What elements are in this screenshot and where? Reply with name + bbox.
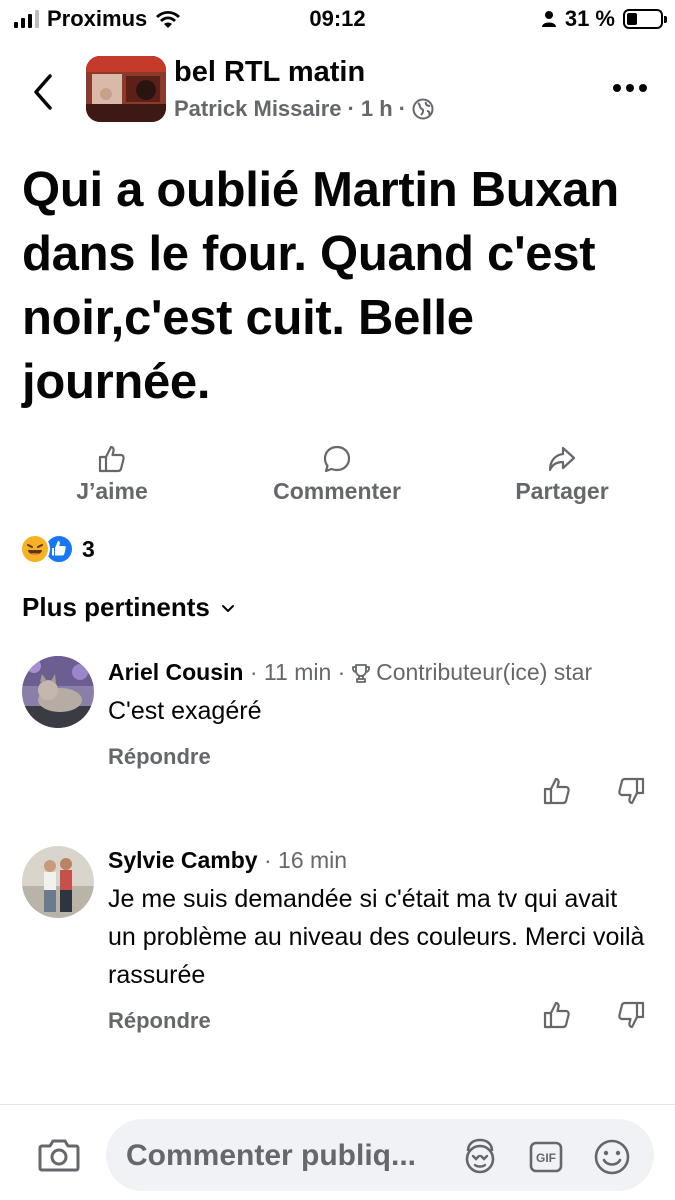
status-bar: Proximus 09:12 31 % [0, 0, 675, 40]
avatar-sticker-icon[interactable] [460, 1137, 500, 1177]
comment-button[interactable]: Commenter [254, 444, 420, 505]
comment-item: Sylvie Camby · 16 min Je me suis demandé… [0, 842, 675, 1042]
sort-label: Plus pertinents [22, 592, 210, 622]
share-label: Partager [515, 478, 609, 504]
gif-icon[interactable]: GIF [526, 1137, 566, 1177]
thumbs-up-icon[interactable] [542, 1000, 572, 1030]
meta-dot: · [398, 96, 406, 121]
meta-dot: · [249, 659, 264, 685]
commenter-avatar[interactable] [22, 846, 94, 918]
comment-header: Ariel Cousin · 11 min · Contributeur(ice… [108, 654, 648, 690]
battery-icon [623, 9, 667, 29]
commenter-name[interactable]: Sylvie Camby [108, 847, 258, 873]
camera-button[interactable] [38, 1137, 80, 1173]
post-time[interactable]: 1 h [361, 96, 393, 122]
comment-item: Ariel Cousin · 11 min · Contributeur(ice… [0, 654, 675, 814]
post-actions: J’aime Commenter Partager [0, 444, 675, 514]
thumbs-up-icon[interactable] [542, 776, 572, 806]
emoji-icon[interactable] [592, 1137, 632, 1177]
page-name[interactable]: bel RTL matin [174, 56, 365, 89]
haha-face [27, 544, 43, 555]
comment-time[interactable]: 16 min [278, 847, 347, 873]
comment-composer: Commenter publiq... GIF [0, 1104, 675, 1200]
comment-sort-dropdown[interactable]: Plus pertinents [22, 592, 236, 623]
like-button[interactable]: J’aime [62, 444, 162, 505]
comment-header: Sylvie Camby · 16 min [108, 842, 648, 878]
more-dot [626, 84, 634, 92]
meta-dot: · [347, 96, 355, 121]
person-icon [541, 11, 556, 27]
battery-percent: 31 % [564, 6, 615, 31]
share-button[interactable]: Partager [500, 444, 624, 505]
comment-input-box[interactable]: Commenter publiq... GIF [106, 1119, 654, 1191]
reactions-summary[interactable]: 3 [20, 532, 95, 566]
trophy-icon [351, 664, 370, 683]
comment-time[interactable]: 11 min [264, 659, 331, 685]
thumbs-up-icon [98, 445, 125, 473]
haha-reaction-icon [20, 534, 50, 564]
post-author[interactable]: Patrick Missaire [174, 96, 342, 122]
thumbs-down-icon[interactable] [616, 1000, 646, 1030]
comment-text: C'est exagéré [108, 697, 262, 725]
like-label: J’aime [76, 478, 148, 504]
commenter-avatar[interactable] [22, 656, 94, 728]
meta-dot: · [337, 659, 352, 685]
reply-button[interactable]: Répondre [108, 744, 648, 770]
svg-text:GIF: GIF [536, 1151, 556, 1165]
commenter-name[interactable]: Ariel Cousin [108, 659, 243, 685]
comment-icon [323, 445, 351, 473]
reaction-count: 3 [82, 535, 95, 562]
back-button[interactable] [26, 72, 60, 112]
more-dot [613, 84, 621, 92]
comment-body: Ariel Cousin · 11 min · Contributeur(ice… [108, 654, 648, 770]
post-header: bel RTL matin Patrick Missaire · 1 h · [0, 44, 675, 134]
avatar-cat-image [22, 656, 94, 728]
comment-label: Commenter [273, 478, 401, 504]
more-options-button[interactable] [613, 84, 649, 96]
chevron-down-icon [221, 604, 234, 612]
comment-input[interactable]: Commenter publiq... [126, 1139, 416, 1173]
more-dot [639, 84, 647, 92]
post-text: Qui a oublié Martin Buxan dans le four. … [22, 163, 619, 409]
meta-dot: · [263, 847, 279, 873]
comment-text: Je me suis demandée si c'était ma tv qui… [108, 885, 645, 989]
globe-icon [412, 98, 434, 120]
status-right: 31 % [541, 6, 667, 32]
page-avatar[interactable] [86, 56, 166, 122]
contributor-badge: Contributeur(ice) star [376, 659, 593, 685]
thumbs-down-icon[interactable] [616, 776, 646, 806]
post-meta: Patrick Missaire · 1 h · [174, 96, 434, 122]
share-arrow-icon [548, 446, 576, 472]
avatar-couple-image [22, 846, 94, 918]
page-avatar-image [86, 56, 166, 122]
